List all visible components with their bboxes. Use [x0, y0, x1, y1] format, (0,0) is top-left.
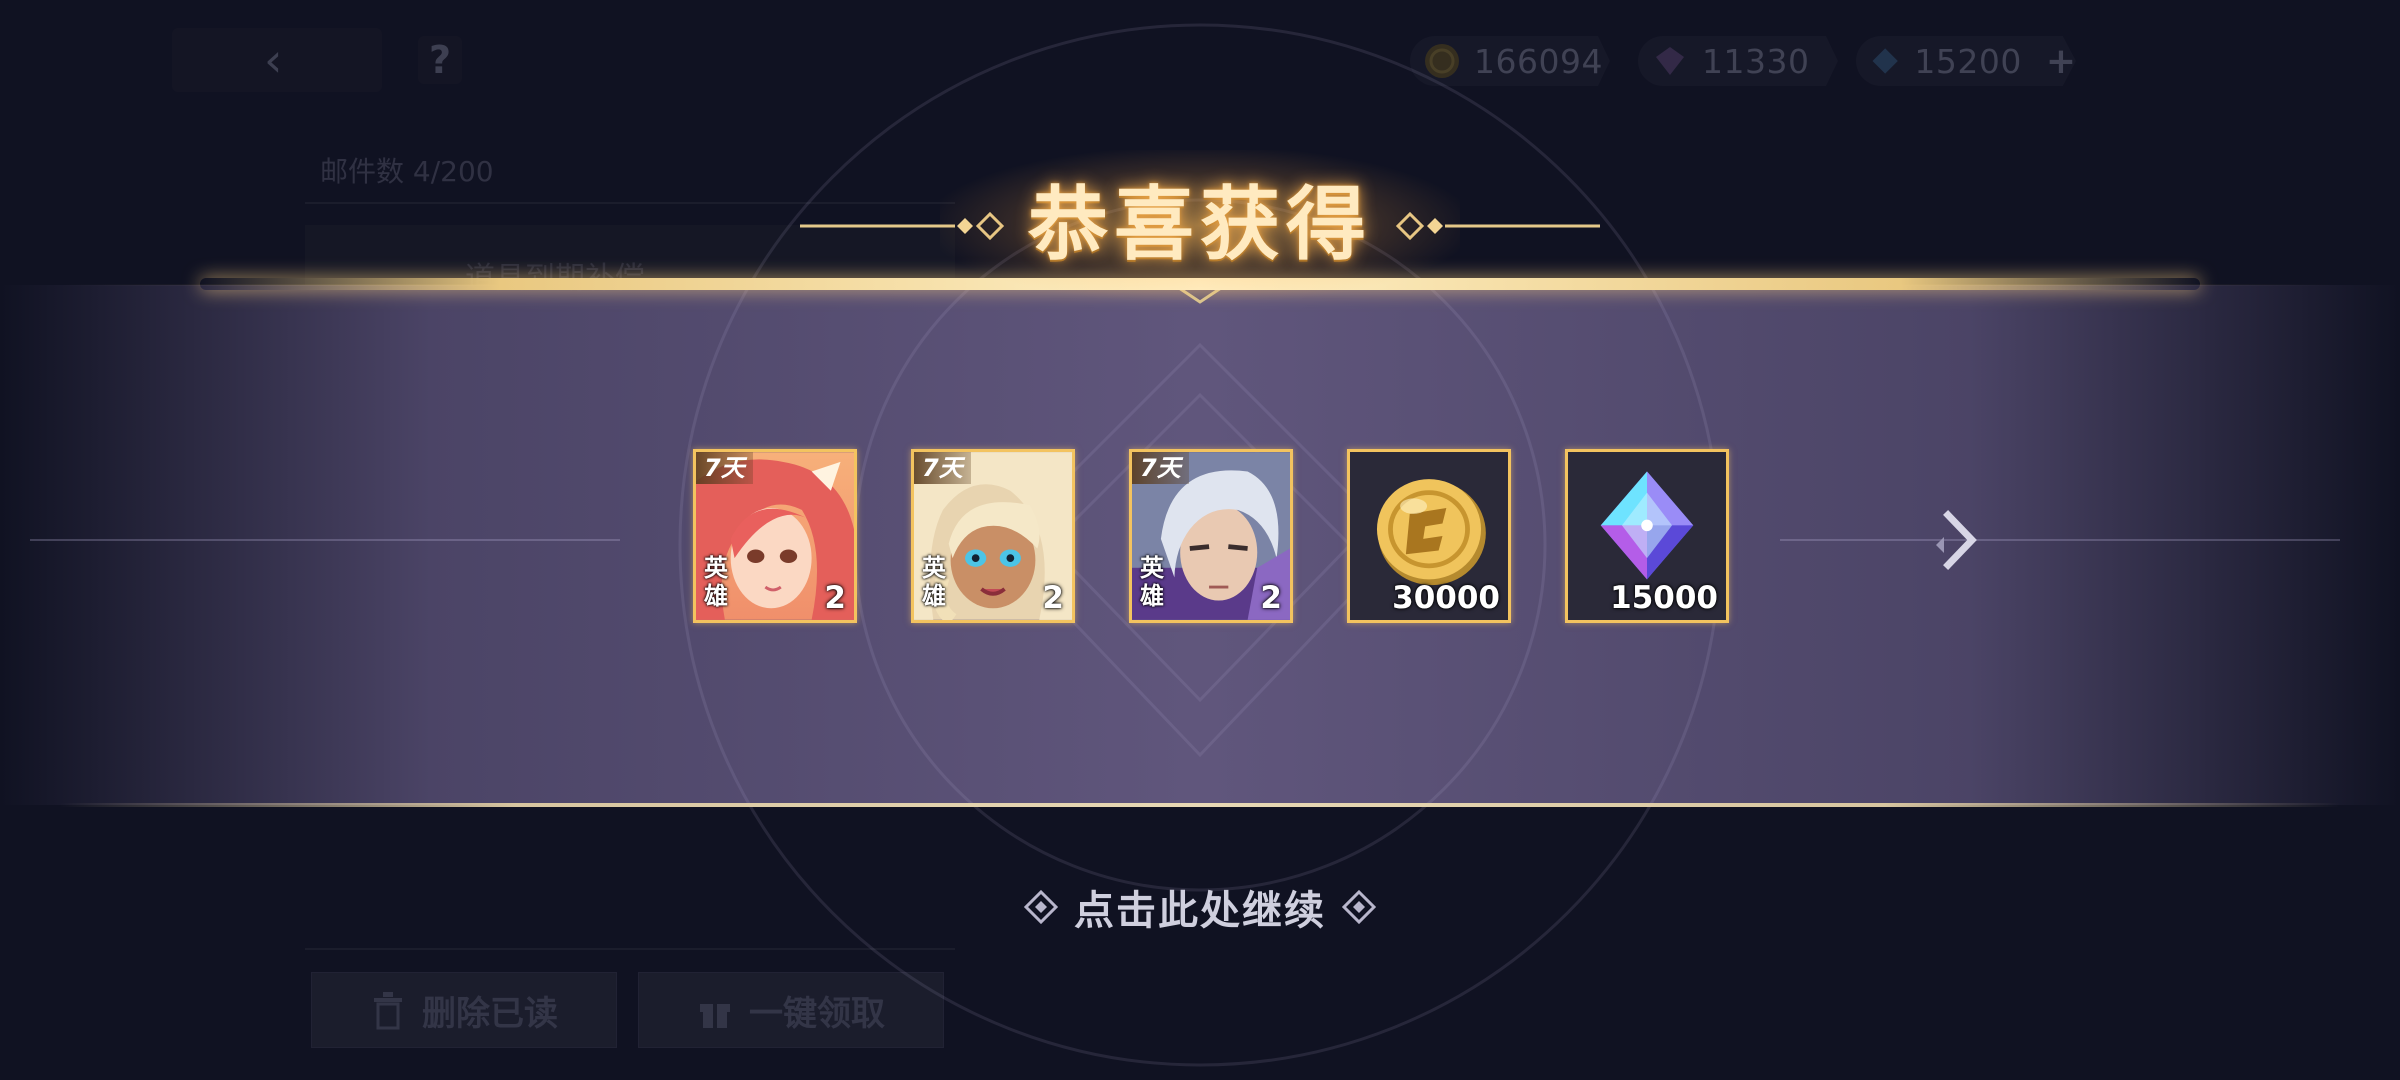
reward-quantity: 30000: [1392, 580, 1500, 616]
reward-quantity: 2: [1042, 580, 1064, 616]
continue-label: 点击此处继续: [1074, 888, 1326, 934]
reward-list: 7天 英雄 2 7天 英雄 2 7天 英雄 2 30000 15000: [693, 449, 1735, 629]
hero-tag: 英雄: [704, 554, 728, 610]
duration-tag: 7天: [914, 452, 971, 484]
band-bottom-line: [60, 803, 2340, 807]
reward-item-diamond[interactable]: 15000: [1565, 449, 1729, 623]
reward-item-hero-2[interactable]: 7天 英雄 2: [911, 449, 1075, 623]
reward-item-hero-1[interactable]: 7天 英雄 2: [693, 449, 857, 623]
reward-quantity: 2: [824, 580, 846, 616]
duration-tag: 7天: [696, 452, 753, 484]
reward-item-hero-3[interactable]: 7天 英雄 2: [1129, 449, 1293, 623]
hero-tag: 英雄: [1140, 554, 1164, 610]
diamond-ornament-icon: [1024, 890, 1058, 924]
reward-quantity: 2: [1260, 580, 1282, 616]
reward-item-gold[interactable]: 30000: [1347, 449, 1511, 623]
diamond-ornament-icon: [1342, 890, 1376, 924]
chevron-right-icon[interactable]: [1928, 505, 1988, 575]
duration-tag: 7天: [1132, 452, 1189, 484]
continue-prompt[interactable]: 点击此处继续: [1010, 872, 1390, 942]
hero-tag: 英雄: [922, 554, 946, 610]
popup-title: 恭喜获得: [1028, 178, 1372, 271]
reward-quantity: 15000: [1610, 580, 1718, 616]
